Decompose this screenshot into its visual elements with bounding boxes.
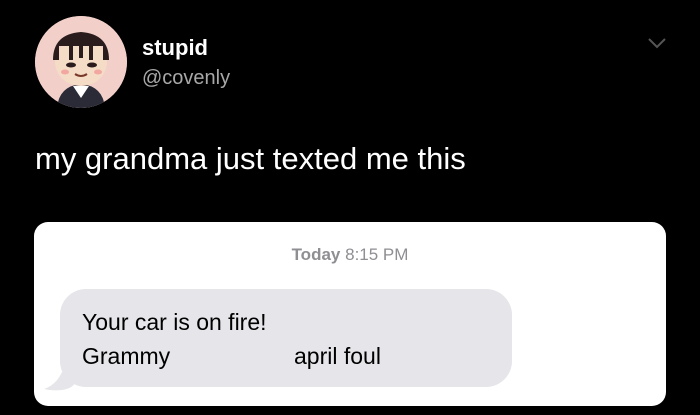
message-tail-text: april foul — [294, 343, 381, 369]
message-bubble — [60, 289, 512, 387]
message-timestamp: Today 8:15 PM — [34, 244, 666, 266]
display-name[interactable]: stupid — [142, 36, 208, 60]
timestamp-day: Today — [291, 245, 341, 264]
timestamp-time: 8:15 PM — [345, 245, 409, 264]
avatar[interactable] — [35, 16, 127, 108]
message-line-1: Your car is on fire! — [82, 309, 267, 335]
message-screenshot: Today 8:15 PM Your car is on fire! Gramm… — [34, 222, 666, 406]
chevron-down-icon[interactable] — [646, 36, 668, 50]
message-signature: Grammy — [82, 343, 171, 369]
tweet-text: my grandma just texted me this — [35, 141, 466, 176]
villager-avatar-icon — [35, 16, 127, 108]
user-handle[interactable]: @covenly — [142, 66, 230, 90]
